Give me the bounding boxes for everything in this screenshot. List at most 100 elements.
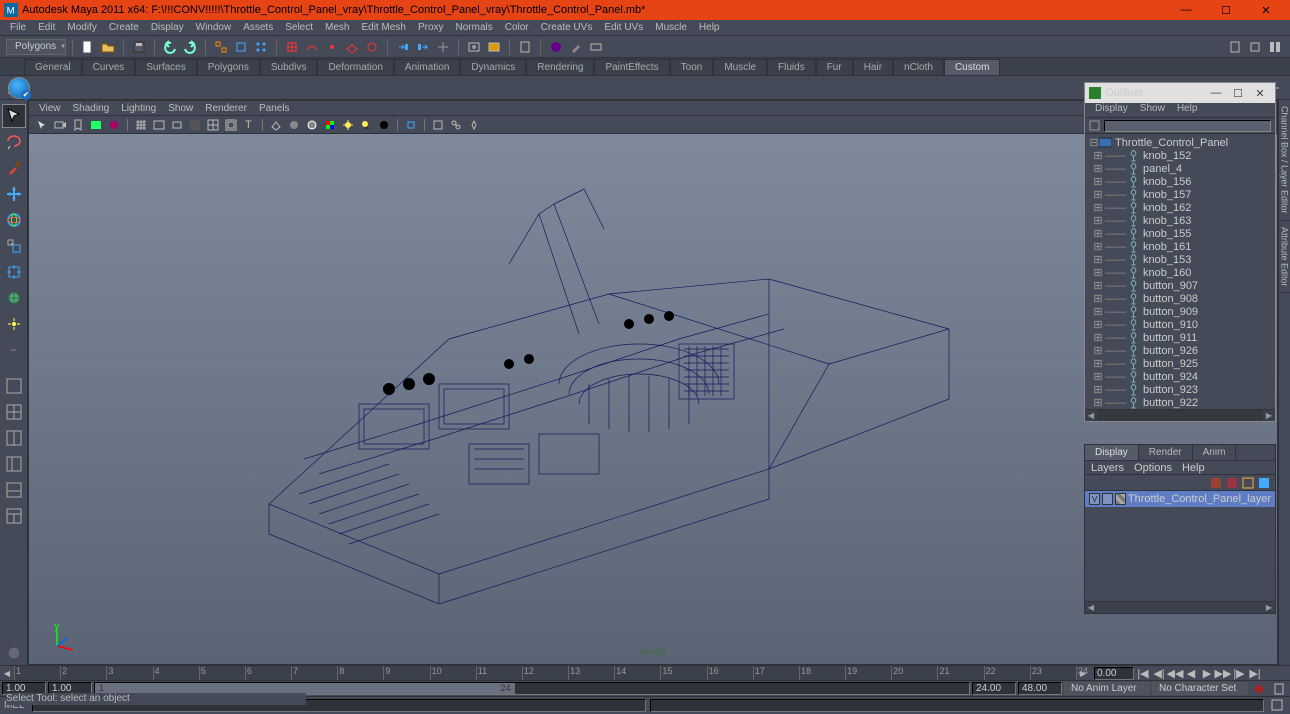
film-gate-icon[interactable] <box>151 117 167 133</box>
safe-title-icon[interactable]: T <box>241 117 257 133</box>
expand-icon[interactable]: ⊞ <box>1093 266 1103 279</box>
outliner-item[interactable]: ⊞——button_908 <box>1085 292 1275 305</box>
layer-new-empty-icon[interactable] <box>1241 476 1255 490</box>
layer-move-down-icon[interactable] <box>1225 476 1239 490</box>
close-button[interactable]: ✕ <box>1246 0 1286 20</box>
outliner-item[interactable]: ⊞——knob_152 <box>1085 149 1275 162</box>
toggle-attr-editor-icon[interactable] <box>1226 38 1244 56</box>
shelf-tab-animation[interactable]: Animation <box>394 59 460 75</box>
current-time-field[interactable] <box>1094 667 1134 680</box>
layer-tab-anim[interactable]: Anim <box>1193 445 1237 460</box>
smooth-shade-icon[interactable] <box>286 117 302 133</box>
minimize-button[interactable]: — <box>1166 0 1206 20</box>
shelf-tab-fluids[interactable]: Fluids <box>767 59 816 75</box>
undo-icon[interactable] <box>161 38 179 56</box>
scroll-left-icon[interactable]: ◀ <box>1085 602 1097 613</box>
textured-icon[interactable] <box>322 117 338 133</box>
bookmarks-icon[interactable] <box>70 117 86 133</box>
shelf-tab-surfaces[interactable]: Surfaces <box>135 59 196 75</box>
image-plane-icon[interactable] <box>88 117 104 133</box>
outliner-menu-show[interactable]: Show <box>1134 103 1171 117</box>
autokey-icon[interactable] <box>1250 680 1268 698</box>
render-settings-icon[interactable] <box>516 38 534 56</box>
layer-tab-display[interactable]: Display <box>1085 445 1139 460</box>
menu-edit[interactable]: Edit <box>32 20 61 36</box>
menu-help[interactable]: Help <box>693 20 726 36</box>
render-icon[interactable] <box>465 38 483 56</box>
outliner-search-input[interactable] <box>1104 120 1271 132</box>
open-scene-icon[interactable] <box>99 38 117 56</box>
select-object-icon[interactable] <box>232 38 250 56</box>
snap-point-icon[interactable] <box>323 38 341 56</box>
gate-mask-icon[interactable] <box>187 117 203 133</box>
save-scene-icon[interactable] <box>130 38 148 56</box>
outliner-item[interactable]: ⊞——button_924 <box>1085 370 1275 383</box>
outliner-item[interactable]: ⊞——button_907 <box>1085 279 1275 292</box>
play-back-icon[interactable]: ◀ <box>1184 666 1198 680</box>
shelf-tab-polygons[interactable]: Polygons <box>197 59 260 75</box>
layer-tab-render[interactable]: Render <box>1139 445 1193 460</box>
shadows-icon[interactable] <box>358 117 374 133</box>
shelf-tab-curves[interactable]: Curves <box>82 59 136 75</box>
scroll-track[interactable] <box>1097 410 1263 421</box>
vp-menu-renderer[interactable]: Renderer <box>199 103 253 114</box>
lasso-tool[interactable] <box>2 130 26 154</box>
step-back-key-icon[interactable]: ◀◀ <box>1168 666 1182 680</box>
time-left-icon[interactable]: ◀ <box>0 666 14 680</box>
menu-mesh[interactable]: Mesh <box>319 20 355 36</box>
shelf-tab-ncloth[interactable]: nCloth <box>893 59 944 75</box>
expand-icon[interactable]: ⊞ <box>1093 305 1103 318</box>
expand-icon[interactable]: ⊟ <box>1089 136 1099 149</box>
outliner-item[interactable]: ⊞——knob_157 <box>1085 188 1275 201</box>
shelf-tab-rendering[interactable]: Rendering <box>526 59 594 75</box>
outliner-item[interactable]: ⊞——knob_163 <box>1085 214 1275 227</box>
layer-list[interactable]: VThrottle_Control_Panel_layer <box>1085 491 1275 601</box>
move-tool[interactable] <box>2 182 26 206</box>
script-editor-icon[interactable] <box>1268 696 1286 714</box>
right-tab-attribute-editor[interactable]: Attribute Editor <box>1280 221 1290 294</box>
outliner-hscroll[interactable]: ◀ ▶ <box>1085 409 1275 421</box>
shelf-tab-fur[interactable]: Fur <box>816 59 853 75</box>
paint-select-tool[interactable] <box>2 156 26 180</box>
layer-hscroll[interactable]: ◀ ▶ <box>1085 601 1275 613</box>
single-perspective-layout[interactable] <box>2 374 26 398</box>
outliner-item[interactable]: ⊞——button_910 <box>1085 318 1275 331</box>
menu-display[interactable]: Display <box>145 20 190 36</box>
menu-select[interactable]: Select <box>279 20 319 36</box>
right-tab-channel-box-layer-editor[interactable]: Channel Box / Layer Editor <box>1280 100 1290 221</box>
maximize-button[interactable]: ☐ <box>1206 0 1246 20</box>
outliner-menu-help[interactable]: Help <box>1171 103 1204 117</box>
menu-file[interactable]: File <box>4 20 32 36</box>
expand-icon[interactable]: ⊞ <box>1093 344 1103 357</box>
layer-menu-layers[interactable]: Layers <box>1091 462 1124 474</box>
outliner-item[interactable]: ⊞——knob_161 <box>1085 240 1275 253</box>
time-slider[interactable]: ◀ 12345678910111213141516171819202122232… <box>0 665 1290 681</box>
universal-manip-tool[interactable] <box>2 260 26 284</box>
shelf-tab-toon[interactable]: Toon <box>670 59 714 75</box>
anim-layer-select[interactable]: No Anim Layer <box>1064 682 1150 695</box>
step-back-frame-icon[interactable]: ◀| <box>1152 666 1166 680</box>
2d-pan-icon[interactable] <box>106 117 122 133</box>
scroll-right-icon[interactable]: ▶ <box>1263 602 1275 613</box>
toggle-tool-settings-icon[interactable] <box>1246 38 1264 56</box>
menu-window[interactable]: Window <box>190 20 238 36</box>
expand-icon[interactable]: ⊞ <box>1093 240 1103 253</box>
hypershade-icon[interactable] <box>547 38 565 56</box>
expand-icon[interactable]: ⊞ <box>1093 279 1103 292</box>
expand-icon[interactable]: ⊞ <box>1093 162 1103 175</box>
menu-proxy[interactable]: Proxy <box>412 20 450 36</box>
outliner-item[interactable]: ⊟Throttle_Control_Panel <box>1085 136 1275 149</box>
menu-edit-uvs[interactable]: Edit UVs <box>598 20 649 36</box>
toggle-channel-box-icon[interactable] <box>1266 38 1284 56</box>
outliner-item[interactable]: ⊞——button_923 <box>1085 383 1275 396</box>
snap-curve-icon[interactable] <box>303 38 321 56</box>
select-hierarchy-icon[interactable] <box>212 38 230 56</box>
outliner-item[interactable]: ⊞——knob_162 <box>1085 201 1275 214</box>
outliner-item[interactable]: ⊞——button_911 <box>1085 331 1275 344</box>
outliner-item[interactable]: ⊞——knob_155 <box>1085 227 1275 240</box>
snap-grid-icon[interactable] <box>283 38 301 56</box>
expand-icon[interactable]: ⊞ <box>1093 370 1103 383</box>
hypershade-persp-layout[interactable] <box>2 504 26 528</box>
menu-muscle[interactable]: Muscle <box>649 20 693 36</box>
last-tool[interactable]: – <box>2 338 26 362</box>
